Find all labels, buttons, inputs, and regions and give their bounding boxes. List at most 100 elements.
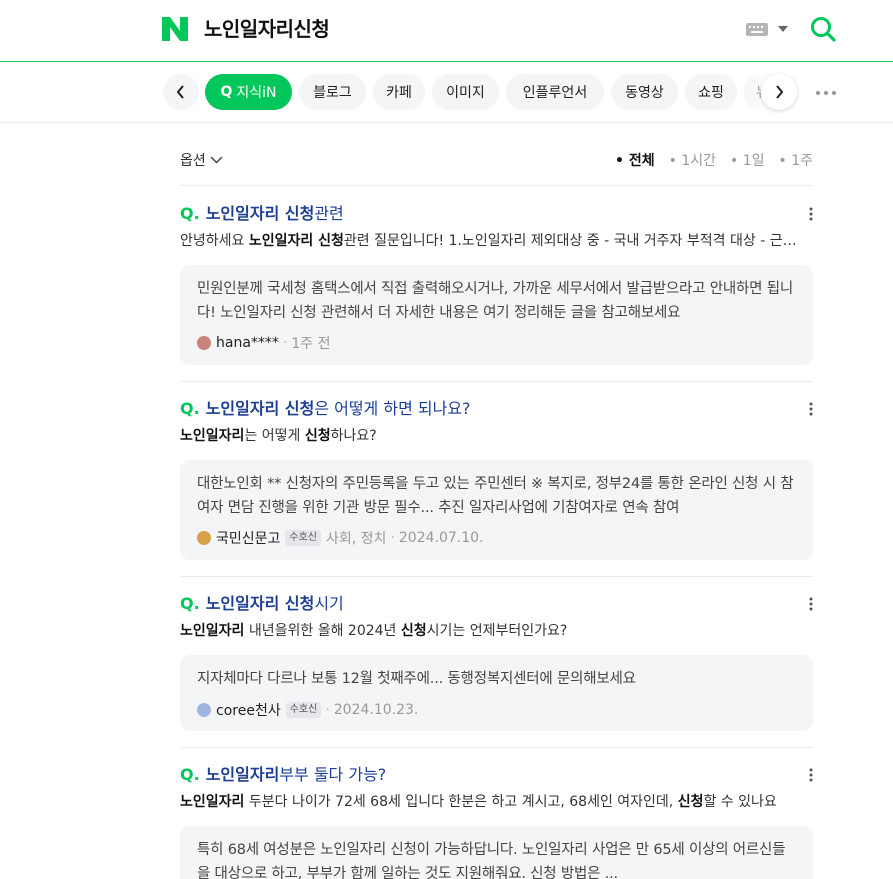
answer-box[interactable]: 대한노인회 ** 신청자의 주민등록을 두고 있는 주민센터 ※ 복지로, 정부… (180, 460, 813, 560)
desc-highlight: 노인일자리 (180, 794, 245, 810)
search-input[interactable]: 노인일자리신청 (204, 14, 330, 44)
desc-text: 하나요? (330, 428, 377, 444)
tab-video[interactable]: 동영상 (611, 74, 678, 110)
guardian-badge: 수호신 (285, 702, 322, 718)
result-item: Q. 노인일자리 신청 관련 안녕하세요 노인일자리 신청관련 질문입니다! 1… (180, 203, 813, 368)
guardian-badge: 수호신 (285, 530, 322, 546)
tab-image[interactable]: 이미지 (432, 74, 499, 110)
tab-label: 인플루언서 (522, 85, 588, 101)
q-mark: Q. (180, 399, 200, 418)
desc-text: 두분다 나이가 72세 68세 입니다 한분은 하고 계시고, 68세인 여자인… (244, 794, 678, 810)
avatar (197, 336, 211, 350)
title-rest: 부부 둘다 가능? (279, 765, 387, 784)
answer-text: 민원인분께 국세청 홈택스에서 직접 출력해오시거나, 가까운 세무서에서 발급… (197, 281, 793, 321)
title-rest: 은 어떻게 하면 되나요? (314, 399, 471, 418)
result-title[interactable]: Q. 노인일자리 부부 둘다 가능? (180, 764, 386, 786)
filter-1week[interactable]: • 1주 (779, 150, 814, 170)
tab-label: 지식iN (236, 85, 277, 101)
result-description: 노인일자리 내년을위한 올해 2024년 신청시기는 언제부터인가요? (180, 621, 805, 641)
answer-meta: hana**** · 1주 전 (197, 333, 330, 353)
title-highlight: 노인일자리 신청 (205, 399, 315, 418)
answer-box[interactable]: 민원인분께 국세청 홈택스에서 직접 출력해오시거나, 가까운 세무서에서 발급… (180, 265, 813, 365)
desc-text: 는 어떻게 (244, 428, 305, 444)
desc-text: 시기는 언제부터인가요? (426, 623, 568, 639)
options-button[interactable]: 옵션 (180, 150, 223, 170)
tabs-next-button[interactable] (761, 74, 797, 110)
search-q-icon: Q (220, 84, 233, 100)
tab-label: 이미지 (446, 85, 485, 101)
dot-separator: · (325, 702, 330, 718)
result-description: 노인일자리는 어떻게 신청하나요? (180, 426, 805, 446)
desc-text: 할 수 있나요 (703, 794, 777, 810)
tab-cafe[interactable]: 카페 (373, 74, 425, 110)
q-mark: Q. (180, 594, 200, 613)
tab-knowledge-in[interactable]: Q 지식iN (205, 74, 292, 110)
kebab-menu-icon[interactable] (809, 402, 813, 416)
desc-highlight: 노인일자리 신청 (248, 233, 344, 249)
author-name[interactable]: hana**** (216, 335, 279, 351)
title-highlight: 노인일자리 신청 (205, 594, 315, 613)
desc-highlight: 노인일자리 (180, 428, 245, 444)
tab-label: 블로그 (313, 85, 352, 101)
result-description: 노인일자리 두분다 나이가 72세 68세 입니다 한분은 하고 계시고, 68… (180, 792, 805, 812)
result-description: 안녕하세요 노인일자리 신청관련 질문입니다! 1.노인일자리 제외대상 중 -… (180, 231, 805, 251)
result-item: Q. 노인일자리 부부 둘다 가능? 노인일자리 두분다 나이가 72세 68세… (180, 764, 813, 879)
answer-text: 지자체마다 다르나 보통 12월 첫째주에... 동행정복지센터에 문의해보세요 (197, 671, 636, 687)
chevron-down-icon (210, 156, 223, 164)
tabs-prev-button[interactable] (163, 74, 199, 110)
kebab-menu-icon[interactable] (809, 597, 813, 611)
q-mark: Q. (180, 765, 200, 784)
title-rest: 관련 (314, 204, 344, 223)
options-row: 옵션 • 전체 • 1시간 • 1일 • 1주 (180, 144, 813, 186)
author-name[interactable]: coree천사 (216, 700, 281, 720)
kebab-menu-icon[interactable] (809, 768, 813, 782)
filter-all[interactable]: • 전체 (615, 150, 655, 170)
divider (180, 576, 813, 577)
naver-logo-icon[interactable] (162, 17, 188, 41)
filter-1hour[interactable]: • 1시간 (669, 150, 716, 170)
time-filters: • 전체 • 1시간 • 1일 • 1주 (601, 150, 813, 170)
tab-label: 동영상 (625, 85, 664, 101)
divider (180, 747, 813, 748)
tab-influencer[interactable]: 인플루언서 (506, 74, 604, 110)
result-item: Q. 노인일자리 신청 은 어떻게 하면 되나요? 노인일자리는 어떻게 신청하… (180, 398, 813, 563)
filter-1day[interactable]: • 1일 (730, 150, 765, 170)
desc-text: 관련 질문입니다! 1.노인일자리 제외대상 중 - 국내 거주자 부적격 대상… (343, 233, 805, 249)
result-title[interactable]: Q. 노인일자리 신청 시기 (180, 593, 344, 615)
desc-highlight: 신청 (304, 428, 331, 444)
author-name[interactable]: 국민신문고 (216, 528, 280, 548)
chevron-right-icon (776, 85, 784, 99)
answer-text: 특히 68세 여성분은 노인일자리 신청이 가능하답니다. 노인일자리 사업은 … (197, 842, 786, 879)
answer-date: 2024.07.10. (398, 530, 484, 546)
options-label: 옵션 (180, 153, 206, 169)
dot-separator: · (282, 335, 288, 351)
search-icon[interactable] (809, 15, 837, 43)
answer-box[interactable]: 특히 68세 여성분은 노인일자리 신청이 가능하답니다. 노인일자리 사업은 … (180, 826, 813, 879)
desc-highlight: 신청 (677, 794, 704, 810)
result-title[interactable]: Q. 노인일자리 신청 은 어떻게 하면 되나요? (180, 398, 471, 420)
title-highlight: 노인일자리 (205, 765, 280, 784)
tab-label: 쇼핑 (698, 85, 724, 101)
more-dots-icon[interactable] (815, 86, 837, 100)
avatar (197, 703, 211, 717)
kebab-menu-icon[interactable] (809, 207, 813, 221)
title-highlight: 노인일자리 신청 (205, 204, 315, 223)
answer-meta: 국민신문고 수호신 사회, 정치 · 2024.07.10. (197, 528, 484, 548)
vertical-tabs-bar: Q 지식iN 블로그 카페 이미지 인플루언서 동영상 쇼핑 뉴 (0, 62, 893, 123)
tab-shopping[interactable]: 쇼핑 (685, 74, 737, 110)
answer-date: 1주 전 (291, 336, 331, 352)
answer-date: 2024.10.23. (333, 702, 419, 718)
title-rest: 시기 (314, 594, 344, 613)
dot-separator: · (390, 530, 395, 546)
result-item: Q. 노인일자리 신청 시기 노인일자리 내년을위한 올해 2024년 신청시기… (180, 593, 813, 733)
tab-label: 카페 (386, 85, 412, 101)
avatar (197, 531, 211, 545)
answer-box[interactable]: 지자체마다 다르나 보통 12월 첫째주에... 동행정복지센터에 문의해보세요… (180, 655, 813, 731)
tab-blog[interactable]: 블로그 (299, 74, 366, 110)
caret-down-icon[interactable] (778, 26, 788, 32)
answer-text: 대한노인회 ** 신청자의 주민등록을 두고 있는 주민센터 ※ 복지로, 정부… (197, 476, 794, 516)
answer-meta: coree천사 수호신 · 2024.10.23. (197, 700, 418, 720)
keyboard-icon[interactable] (746, 23, 768, 36)
divider (180, 381, 813, 382)
result-title[interactable]: Q. 노인일자리 신청 관련 (180, 203, 344, 225)
